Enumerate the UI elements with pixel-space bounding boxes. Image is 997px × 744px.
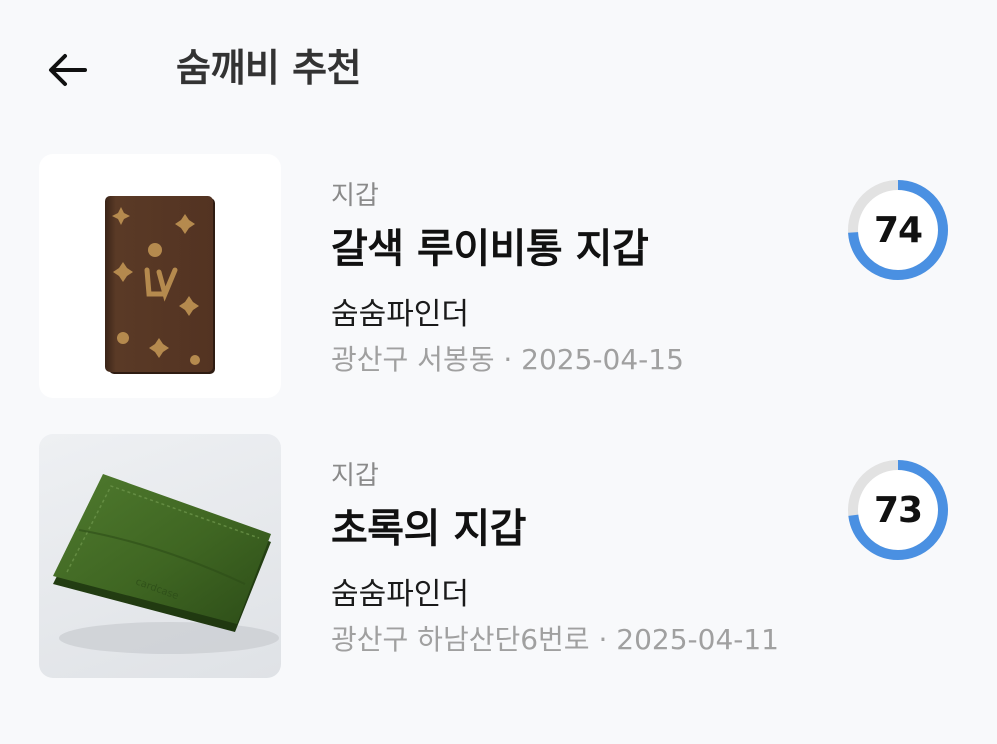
arrow-left-icon: [49, 54, 87, 86]
item-location: 광산구 하남산단6번로: [331, 623, 590, 656]
match-score-badge: 74: [846, 178, 950, 282]
recommendation-item[interactable]: cardcase 지갑 초록의 지갑 숨숨파인더 광산구 하남산단6번로 · 2…: [0, 434, 997, 678]
item-seller: 숨숨파인더: [331, 577, 469, 612]
item-location: 광산구 서봉동: [331, 343, 495, 376]
item-seller: 숨숨파인더: [331, 297, 469, 332]
score-value: 74: [873, 209, 923, 251]
item-thumbnail: [39, 154, 281, 398]
green-leather-wallet-image: cardcase: [53, 474, 279, 654]
item-meta: 광산구 하남산단6번로 · 2025-04-11: [331, 620, 779, 660]
item-title: 갈색 루이비통 지갑: [331, 226, 649, 272]
back-button[interactable]: [36, 40, 100, 100]
item-category: 지갑: [331, 181, 379, 211]
match-score-badge: 73: [846, 458, 950, 562]
item-category: 지갑: [331, 461, 379, 491]
app-header: 숨깨비 추천: [0, 0, 997, 130]
item-date: 2025-04-11: [616, 623, 779, 656]
brown-monogram-wallet-image: [105, 196, 215, 374]
recommendation-item[interactable]: 지갑 갈색 루이비통 지갑 숨숨파인더 광산구 서봉동 · 2025-04-15…: [0, 154, 997, 398]
page-title: 숨깨비 추천: [176, 46, 362, 90]
item-date: 2025-04-15: [521, 343, 684, 376]
item-meta: 광산구 서봉동 · 2025-04-15: [331, 340, 684, 380]
item-title: 초록의 지갑: [331, 506, 526, 552]
item-thumbnail: cardcase: [39, 434, 281, 678]
meta-separator: ·: [494, 343, 522, 376]
meta-separator: ·: [589, 623, 617, 656]
score-value: 73: [873, 489, 923, 531]
